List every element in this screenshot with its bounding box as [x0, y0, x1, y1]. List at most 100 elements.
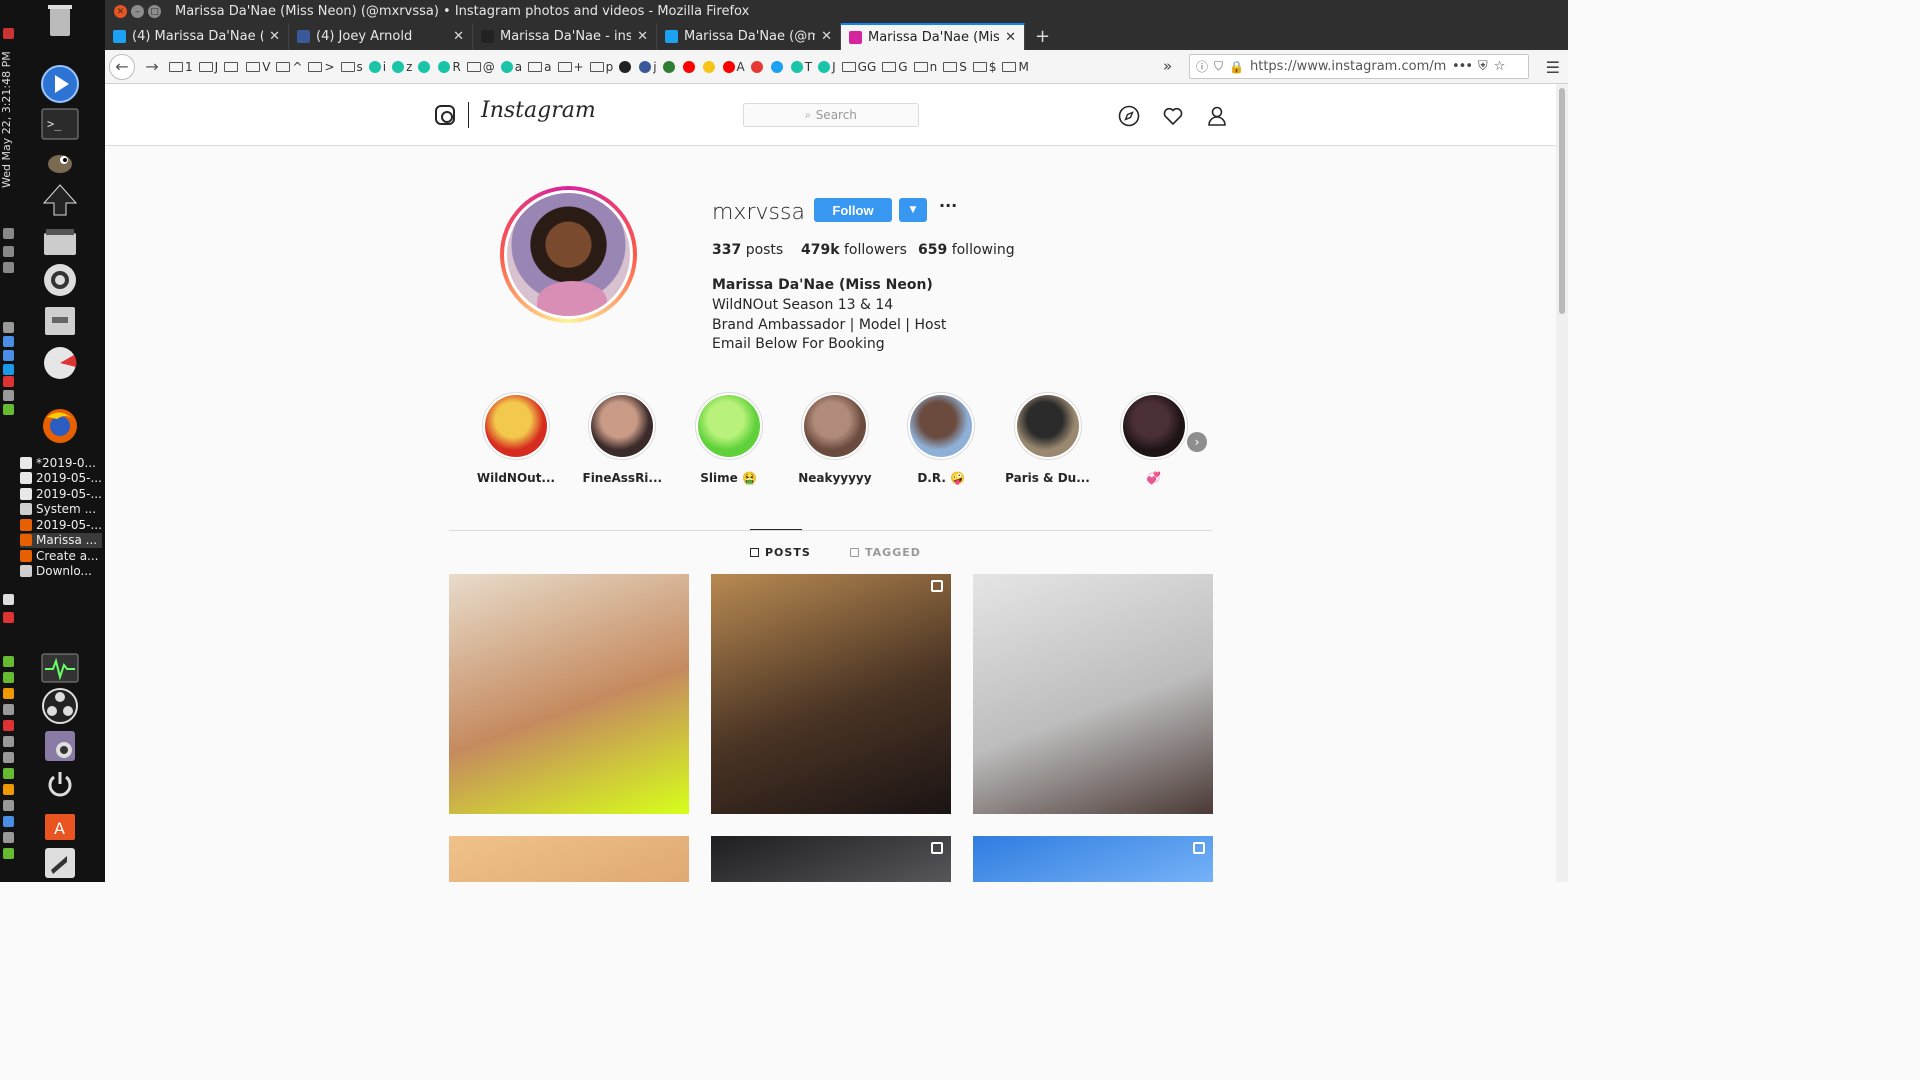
firefox-icon[interactable]: [40, 408, 80, 444]
bookmark-folder[interactable]: 1: [169, 60, 193, 74]
bookmark-item[interactable]: [418, 60, 432, 73]
launcher-window-item[interactable]: 2019-05-...: [20, 486, 102, 501]
tray-icon-21[interactable]: [3, 848, 14, 859]
bookmark-star-icon[interactable]: ☆: [1494, 59, 1506, 74]
launcher-window-item[interactable]: *2019-0...: [20, 455, 102, 470]
bookmark-item[interactable]: [662, 60, 677, 73]
bookmark-item[interactable]: T: [790, 60, 812, 74]
pocket-icon[interactable]: ⛨: [1478, 59, 1488, 74]
tray-icon-19[interactable]: [3, 816, 14, 827]
page-scrollbar[interactable]: [1556, 84, 1568, 882]
browser-tab[interactable]: (4) Marissa Da'Nae (@m ✕: [105, 23, 289, 50]
bookmark-item[interactable]: i: [368, 60, 386, 74]
close-tab-icon[interactable]: ✕: [453, 29, 464, 44]
launcher-window-item[interactable]: 2019-05-...: [20, 517, 102, 532]
close-tab-icon[interactable]: ✕: [269, 29, 280, 44]
activity-heart-icon[interactable]: [1161, 104, 1185, 128]
tracking-shield-icon[interactable]: ⛉: [1214, 59, 1223, 74]
search-input[interactable]: ⌕ Search: [743, 103, 919, 127]
launcher-window-item[interactable]: 2019-05-...: [20, 471, 102, 486]
tray-icon-1[interactable]: [3, 28, 14, 39]
bookmark-item[interactable]: [770, 60, 785, 73]
bookmark-item[interactable]: [750, 60, 765, 73]
instagram-logo-icon[interactable]: [435, 105, 455, 125]
forward-button[interactable]: →: [139, 54, 165, 80]
bookmark-folder[interactable]: J: [198, 60, 218, 74]
launcher-window-item[interactable]: System ...: [20, 502, 102, 517]
bookmarks-overflow-button[interactable]: »: [1163, 57, 1172, 75]
explore-compass-icon[interactable]: [1117, 104, 1141, 128]
profile-avatar-ring[interactable]: [500, 186, 637, 323]
minimize-window-button[interactable]: –: [131, 5, 144, 18]
lock-icon[interactable]: 🔒: [1229, 60, 1244, 74]
bookmark-folder[interactable]: p: [589, 60, 613, 74]
bookmark-folder[interactable]: a: [528, 60, 552, 74]
bookmark-item[interactable]: J: [818, 60, 836, 74]
follow-options-dropdown[interactable]: ▼: [899, 198, 927, 222]
tray-icon-16[interactable]: [3, 768, 14, 779]
browser-tab[interactable]: Marissa Da'Nae (@mxrv ✕: [657, 23, 841, 50]
power-icon[interactable]: [40, 766, 80, 802]
tray-icon-17[interactable]: [3, 784, 14, 795]
url-bar[interactable]: ⓘ ⛉ 🔒 https://www.instagram.com/mxrvssa/…: [1189, 54, 1529, 79]
post-thumbnail[interactable]: [973, 574, 1213, 814]
webcam-icon[interactable]: [40, 728, 80, 764]
terminal-icon[interactable]: >_: [40, 106, 80, 142]
tray-icon-14[interactable]: [3, 736, 14, 747]
bookmark-folder[interactable]: @: [466, 60, 495, 74]
bookmark-item[interactable]: [682, 60, 697, 73]
followers-stat[interactable]: 479k followers: [801, 242, 907, 258]
bookmark-item[interactable]: R: [438, 60, 461, 74]
tray-icon-15[interactable]: [3, 752, 14, 763]
close-tab-icon[interactable]: ✕: [637, 29, 648, 44]
tray-icon-2[interactable]: [3, 322, 14, 333]
obs-icon[interactable]: [40, 688, 80, 724]
info-icon[interactable]: ⓘ: [1196, 58, 1208, 75]
media-player-icon[interactable]: [40, 65, 80, 103]
volume-icon[interactable]: [3, 246, 14, 257]
browser-tab[interactable]: Marissa Da'Nae (Miss Ne ✕: [841, 23, 1025, 50]
browser-tab[interactable]: Marissa Da'Nae - instagr ✕: [473, 23, 657, 50]
vivaldi-icon[interactable]: [3, 612, 14, 623]
tray-icon-6[interactable]: [3, 390, 14, 401]
bookmark-folder[interactable]: +: [557, 60, 584, 74]
post-thumbnail[interactable]: [973, 836, 1213, 882]
tray-icon-3[interactable]: [3, 336, 14, 347]
tray-icon-13[interactable]: [3, 720, 14, 731]
bookmark-item[interactable]: A: [722, 60, 745, 74]
wifi-icon[interactable]: [3, 228, 14, 239]
inkscape-icon[interactable]: [40, 182, 80, 218]
back-button[interactable]: ←: [109, 53, 135, 80]
tray-icon-9[interactable]: [3, 656, 14, 667]
bookmark-folder[interactable]: G: [882, 60, 908, 74]
story-highlight[interactable]: D.R. 🤪: [886, 392, 996, 485]
trash-icon[interactable]: [40, 2, 80, 38]
launcher-window-item[interactable]: Downlo...: [20, 564, 102, 579]
post-thumbnail[interactable]: [711, 836, 951, 882]
scrollbar-thumb[interactable]: [1559, 88, 1565, 314]
tray-icon-12[interactable]: [3, 704, 14, 715]
bookmark-item[interactable]: z: [392, 60, 412, 74]
bookmark-folder[interactable]: s: [340, 60, 363, 74]
clock[interactable]: Wed May 22, 3:21:48 PM: [0, 50, 20, 190]
bookmark-folder[interactable]: S: [943, 60, 967, 74]
disk-usage-icon[interactable]: [40, 345, 80, 381]
instagram-wordmark[interactable]: Instagram: [481, 98, 596, 123]
url-text[interactable]: https://www.instagram.com/mxrvssa/: [1250, 59, 1446, 74]
tray-icon-11[interactable]: [3, 688, 14, 699]
gimp-icon[interactable]: [40, 143, 80, 179]
bookmark-item[interactable]: j: [639, 60, 657, 74]
story-highlight[interactable]: Neakyyyyy: [780, 392, 890, 485]
bookmark-folder[interactable]: >: [308, 60, 335, 74]
tab-posts[interactable]: POSTS: [750, 546, 811, 559]
tray-icon-4[interactable]: [3, 350, 14, 361]
tray-icon-7[interactable]: [3, 404, 14, 415]
bookmark-item[interactable]: [702, 60, 717, 73]
follow-button[interactable]: Follow: [814, 198, 892, 222]
following-stat[interactable]: 659 following: [918, 242, 1015, 258]
skype-icon[interactable]: [3, 364, 14, 375]
close-tab-icon[interactable]: ✕: [1005, 30, 1016, 45]
profile-person-icon[interactable]: [1205, 104, 1229, 128]
bookmark-folder[interactable]: V: [246, 60, 270, 74]
bookmark-folder[interactable]: n: [913, 60, 937, 74]
